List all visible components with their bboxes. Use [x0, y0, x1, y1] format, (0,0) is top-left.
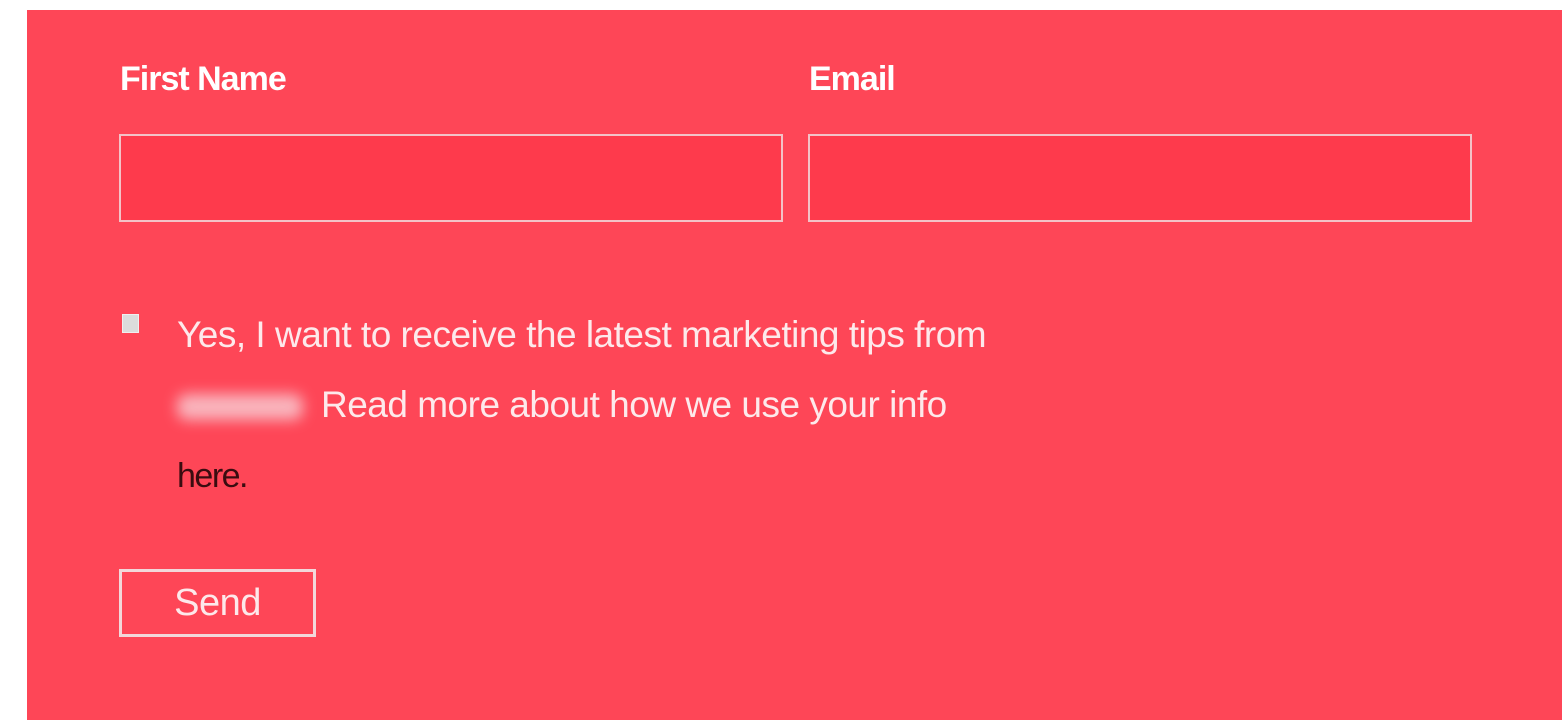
consent-line-2-wrapper: Read more about how we use your info	[177, 370, 1097, 440]
consent-line-1: Yes, I want to receive the latest market…	[177, 314, 987, 355]
email-input[interactable]	[808, 134, 1472, 222]
signup-form-panel: First Name Email Yes, I want to receive …	[27, 10, 1562, 720]
privacy-info-link[interactable]: here.	[177, 457, 249, 495]
blurred-brand-name	[177, 394, 303, 421]
consent-line-3: here.	[177, 440, 1097, 511]
first-name-label: First Name	[120, 60, 287, 98]
consent-checkbox[interactable]	[122, 314, 139, 333]
first-name-input[interactable]	[119, 134, 783, 222]
email-label: Email	[809, 60, 896, 98]
send-button[interactable]: Send	[119, 569, 316, 637]
consent-text: Yes, I want to receive the latest market…	[177, 300, 1097, 511]
consent-line-2: Read more about how we use your info	[321, 384, 947, 425]
